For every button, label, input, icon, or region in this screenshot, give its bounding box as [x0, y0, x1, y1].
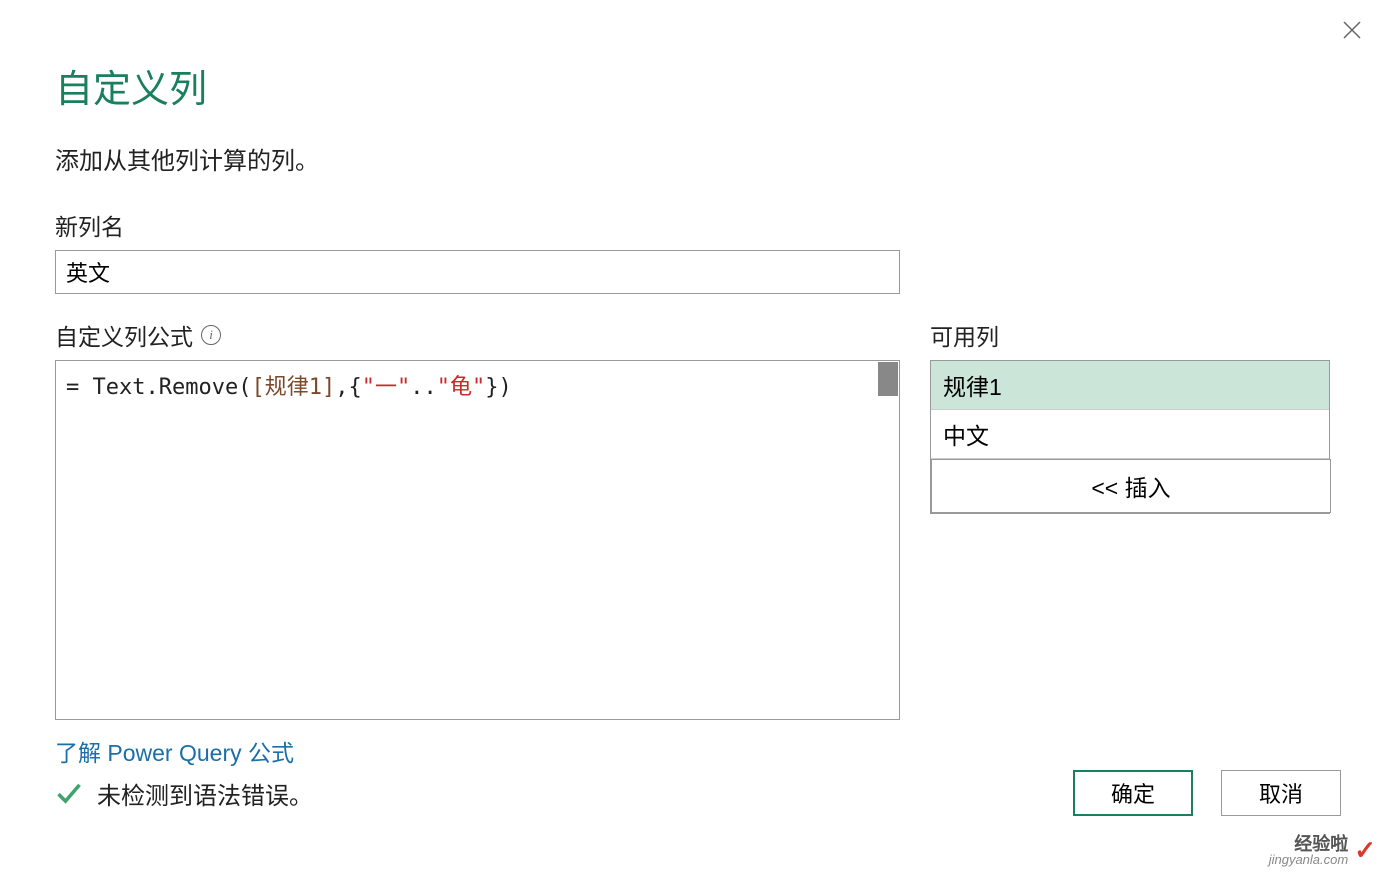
check-mark-icon: ✓ [1354, 835, 1376, 866]
dialog-footer: 未检测到语法错误。 确定 取消 [55, 770, 1341, 816]
button-row: 确定 取消 [1073, 770, 1341, 816]
available-column-item[interactable]: 规律1 [931, 361, 1329, 410]
formula-scrollbar[interactable] [878, 362, 898, 396]
available-columns-list: 规律1 中文 << 插入 [930, 360, 1330, 514]
formula-textarea[interactable]: = Text.Remove([规律1],{"一".."龟"}) [55, 360, 900, 720]
formula-content: = Text.Remove([规律1],{"一".."龟"}) [56, 361, 899, 409]
insert-column-button[interactable]: << 插入 [931, 459, 1331, 513]
info-icon[interactable]: i [201, 325, 221, 345]
available-columns-label: 可用列 [930, 318, 1330, 352]
watermark: 经验啦 jingyanla.com ✓ [1269, 835, 1376, 866]
close-icon [1340, 18, 1364, 42]
status-message: 未检测到语法错误。 [55, 776, 313, 811]
ok-button[interactable]: 确定 [1073, 770, 1193, 816]
dialog-title: 自定义列 [55, 58, 1341, 113]
formula-label: 自定义列公式 [55, 318, 193, 352]
status-text: 未检测到语法错误。 [97, 776, 313, 811]
new-column-label: 新列名 [55, 208, 1341, 242]
cancel-button[interactable]: 取消 [1221, 770, 1341, 816]
check-icon [55, 779, 83, 807]
custom-column-dialog: 自定义列 添加从其他列计算的列。 新列名 自定义列公式 i = Text.Rem… [0, 0, 1396, 874]
learn-power-query-link[interactable]: 了解 Power Query 公式 [55, 734, 294, 768]
available-column-item[interactable]: 中文 [931, 410, 1329, 459]
formula-label-row: 自定义列公式 i [55, 318, 900, 352]
close-button[interactable] [1340, 18, 1364, 42]
new-column-input[interactable] [55, 250, 900, 294]
dialog-subtitle: 添加从其他列计算的列。 [55, 141, 1341, 176]
